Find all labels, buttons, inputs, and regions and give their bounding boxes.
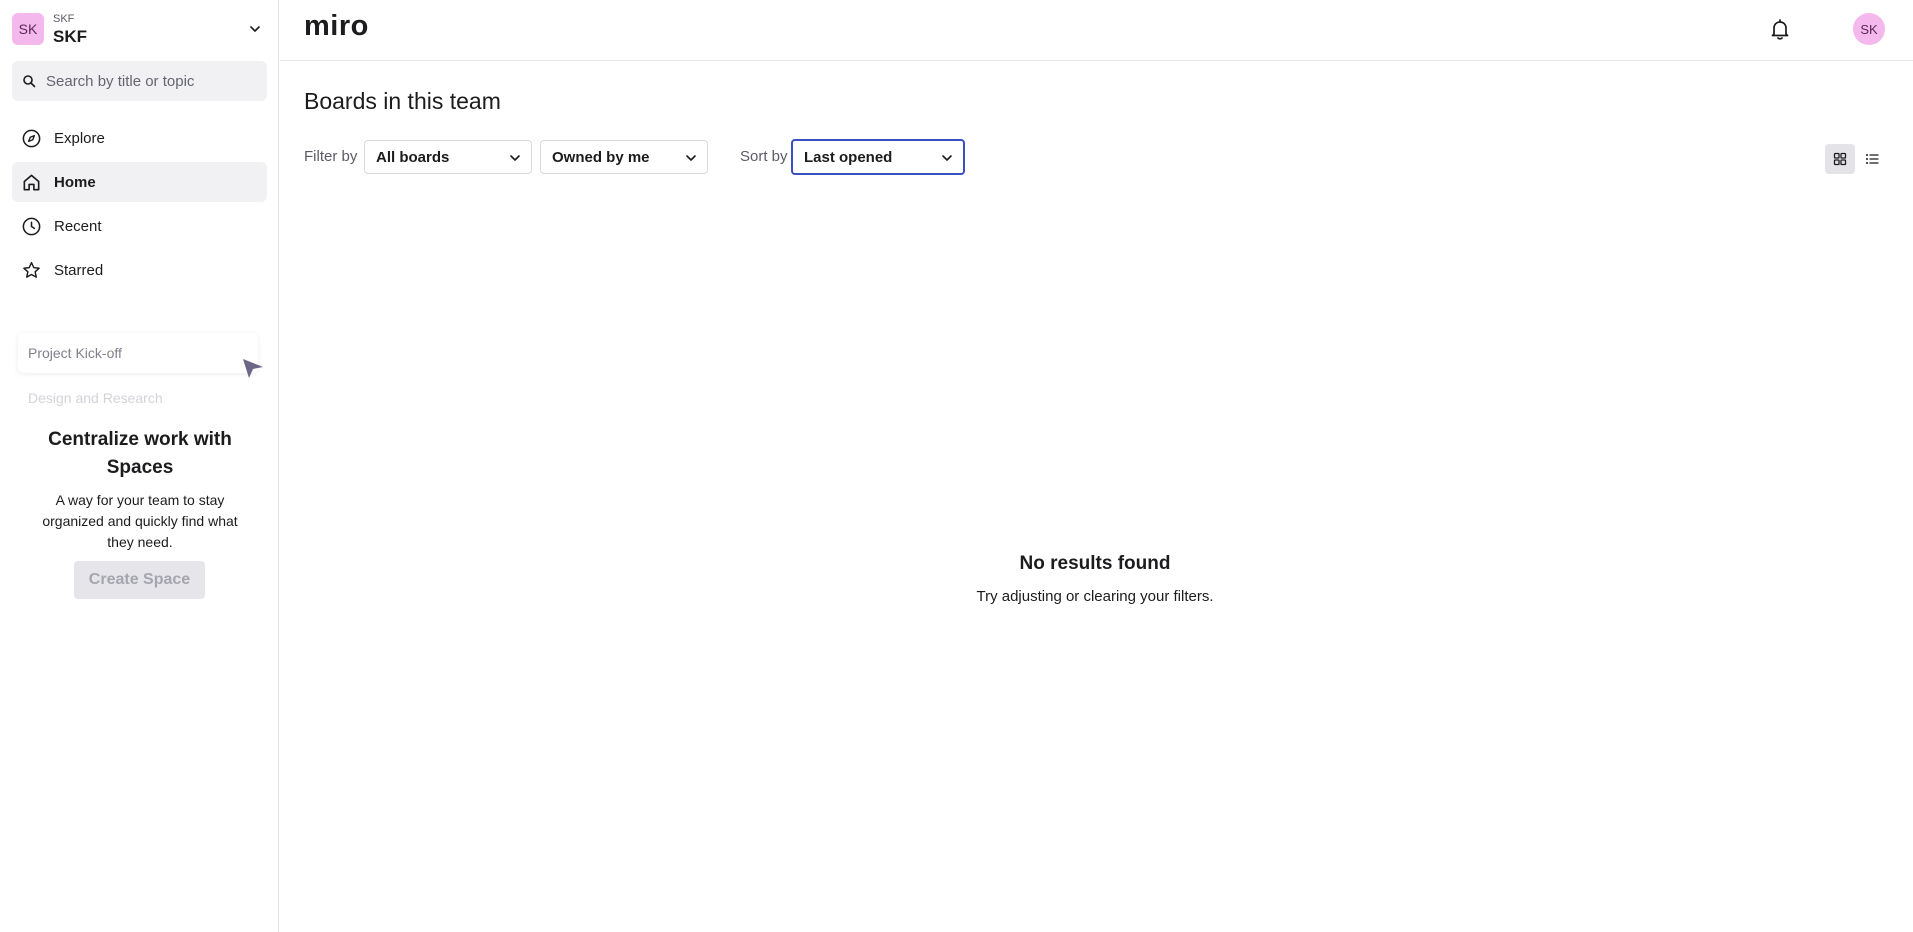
search-box	[12, 61, 267, 101]
clock-icon	[22, 217, 41, 235]
promo-description: A way for your team to stay organized an…	[42, 492, 238, 550]
team-names: SKF SKF	[53, 12, 87, 46]
sidebar-item-label: Explore	[54, 129, 105, 147]
sidebar-item-label: Starred	[54, 261, 104, 279]
filter-by-label: Filter by	[304, 148, 358, 165]
bell-icon[interactable]	[1768, 17, 1792, 41]
compass-icon	[22, 129, 41, 147]
chevron-down-icon[interactable]	[248, 22, 262, 36]
boards-filter-dropdown[interactable]: All boards	[364, 140, 532, 174]
chevron-down-icon	[510, 155, 520, 161]
promo-faded-label: Design and Research	[28, 390, 163, 406]
empty-state-title: No results found	[1019, 553, 1171, 574]
chevron-down-icon	[686, 155, 696, 161]
grid-view-button[interactable]	[1825, 144, 1855, 174]
search-input[interactable]	[46, 72, 256, 90]
sidebar-item-home[interactable]: Home	[12, 162, 267, 202]
sort-dropdown[interactable]: Last opened	[791, 139, 965, 175]
sidebar-item-starred[interactable]: Starred	[12, 250, 267, 290]
list-view-button[interactable]	[1857, 144, 1887, 174]
grid-icon	[1833, 152, 1847, 166]
sort-by-label: Sort by	[740, 148, 788, 165]
sidebar-item-explore[interactable]: Explore	[12, 118, 267, 158]
miro-logo[interactable]: miro	[304, 10, 369, 43]
star-icon	[23, 261, 40, 278]
promo-title: Centralize work with Spaces	[48, 429, 232, 478]
user-avatar[interactable]: SK	[1853, 13, 1885, 45]
app-root: SK SKF SKF Explore	[0, 0, 1913, 932]
team-org-label: SKF	[53, 12, 75, 25]
sidebar: SK SKF SKF Explore	[0, 0, 279, 932]
dropdown-value: All boards	[376, 148, 450, 166]
sidebar-nav: Explore Home Recent Starred	[12, 118, 267, 294]
team-switcher[interactable]: SK SKF SKF	[12, 10, 262, 48]
dropdown-value: Owned by me	[552, 148, 650, 166]
empty-state-subtitle: Try adjusting or clearing your filters.	[976, 588, 1214, 605]
cursor-icon	[243, 359, 263, 378]
sidebar-item-label: Recent	[54, 217, 102, 235]
top-bar: miro SK	[280, 0, 1913, 61]
chevron-down-icon	[942, 155, 952, 161]
team-avatar: SK	[12, 13, 44, 45]
team-name: SKF	[53, 26, 87, 46]
page-title: Boards in this team	[304, 88, 501, 114]
sidebar-item-label: Home	[54, 173, 96, 191]
create-space-button[interactable]: Create Space	[74, 561, 205, 599]
owner-filter-dropdown[interactable]: Owned by me	[540, 140, 708, 174]
search-icon	[23, 75, 36, 88]
home-icon	[23, 174, 40, 190]
dropdown-value: Last opened	[804, 148, 893, 166]
promo-space-card: Project Kick-off	[18, 333, 258, 373]
sidebar-item-recent[interactable]: Recent	[12, 206, 267, 246]
list-icon	[1866, 154, 1879, 164]
